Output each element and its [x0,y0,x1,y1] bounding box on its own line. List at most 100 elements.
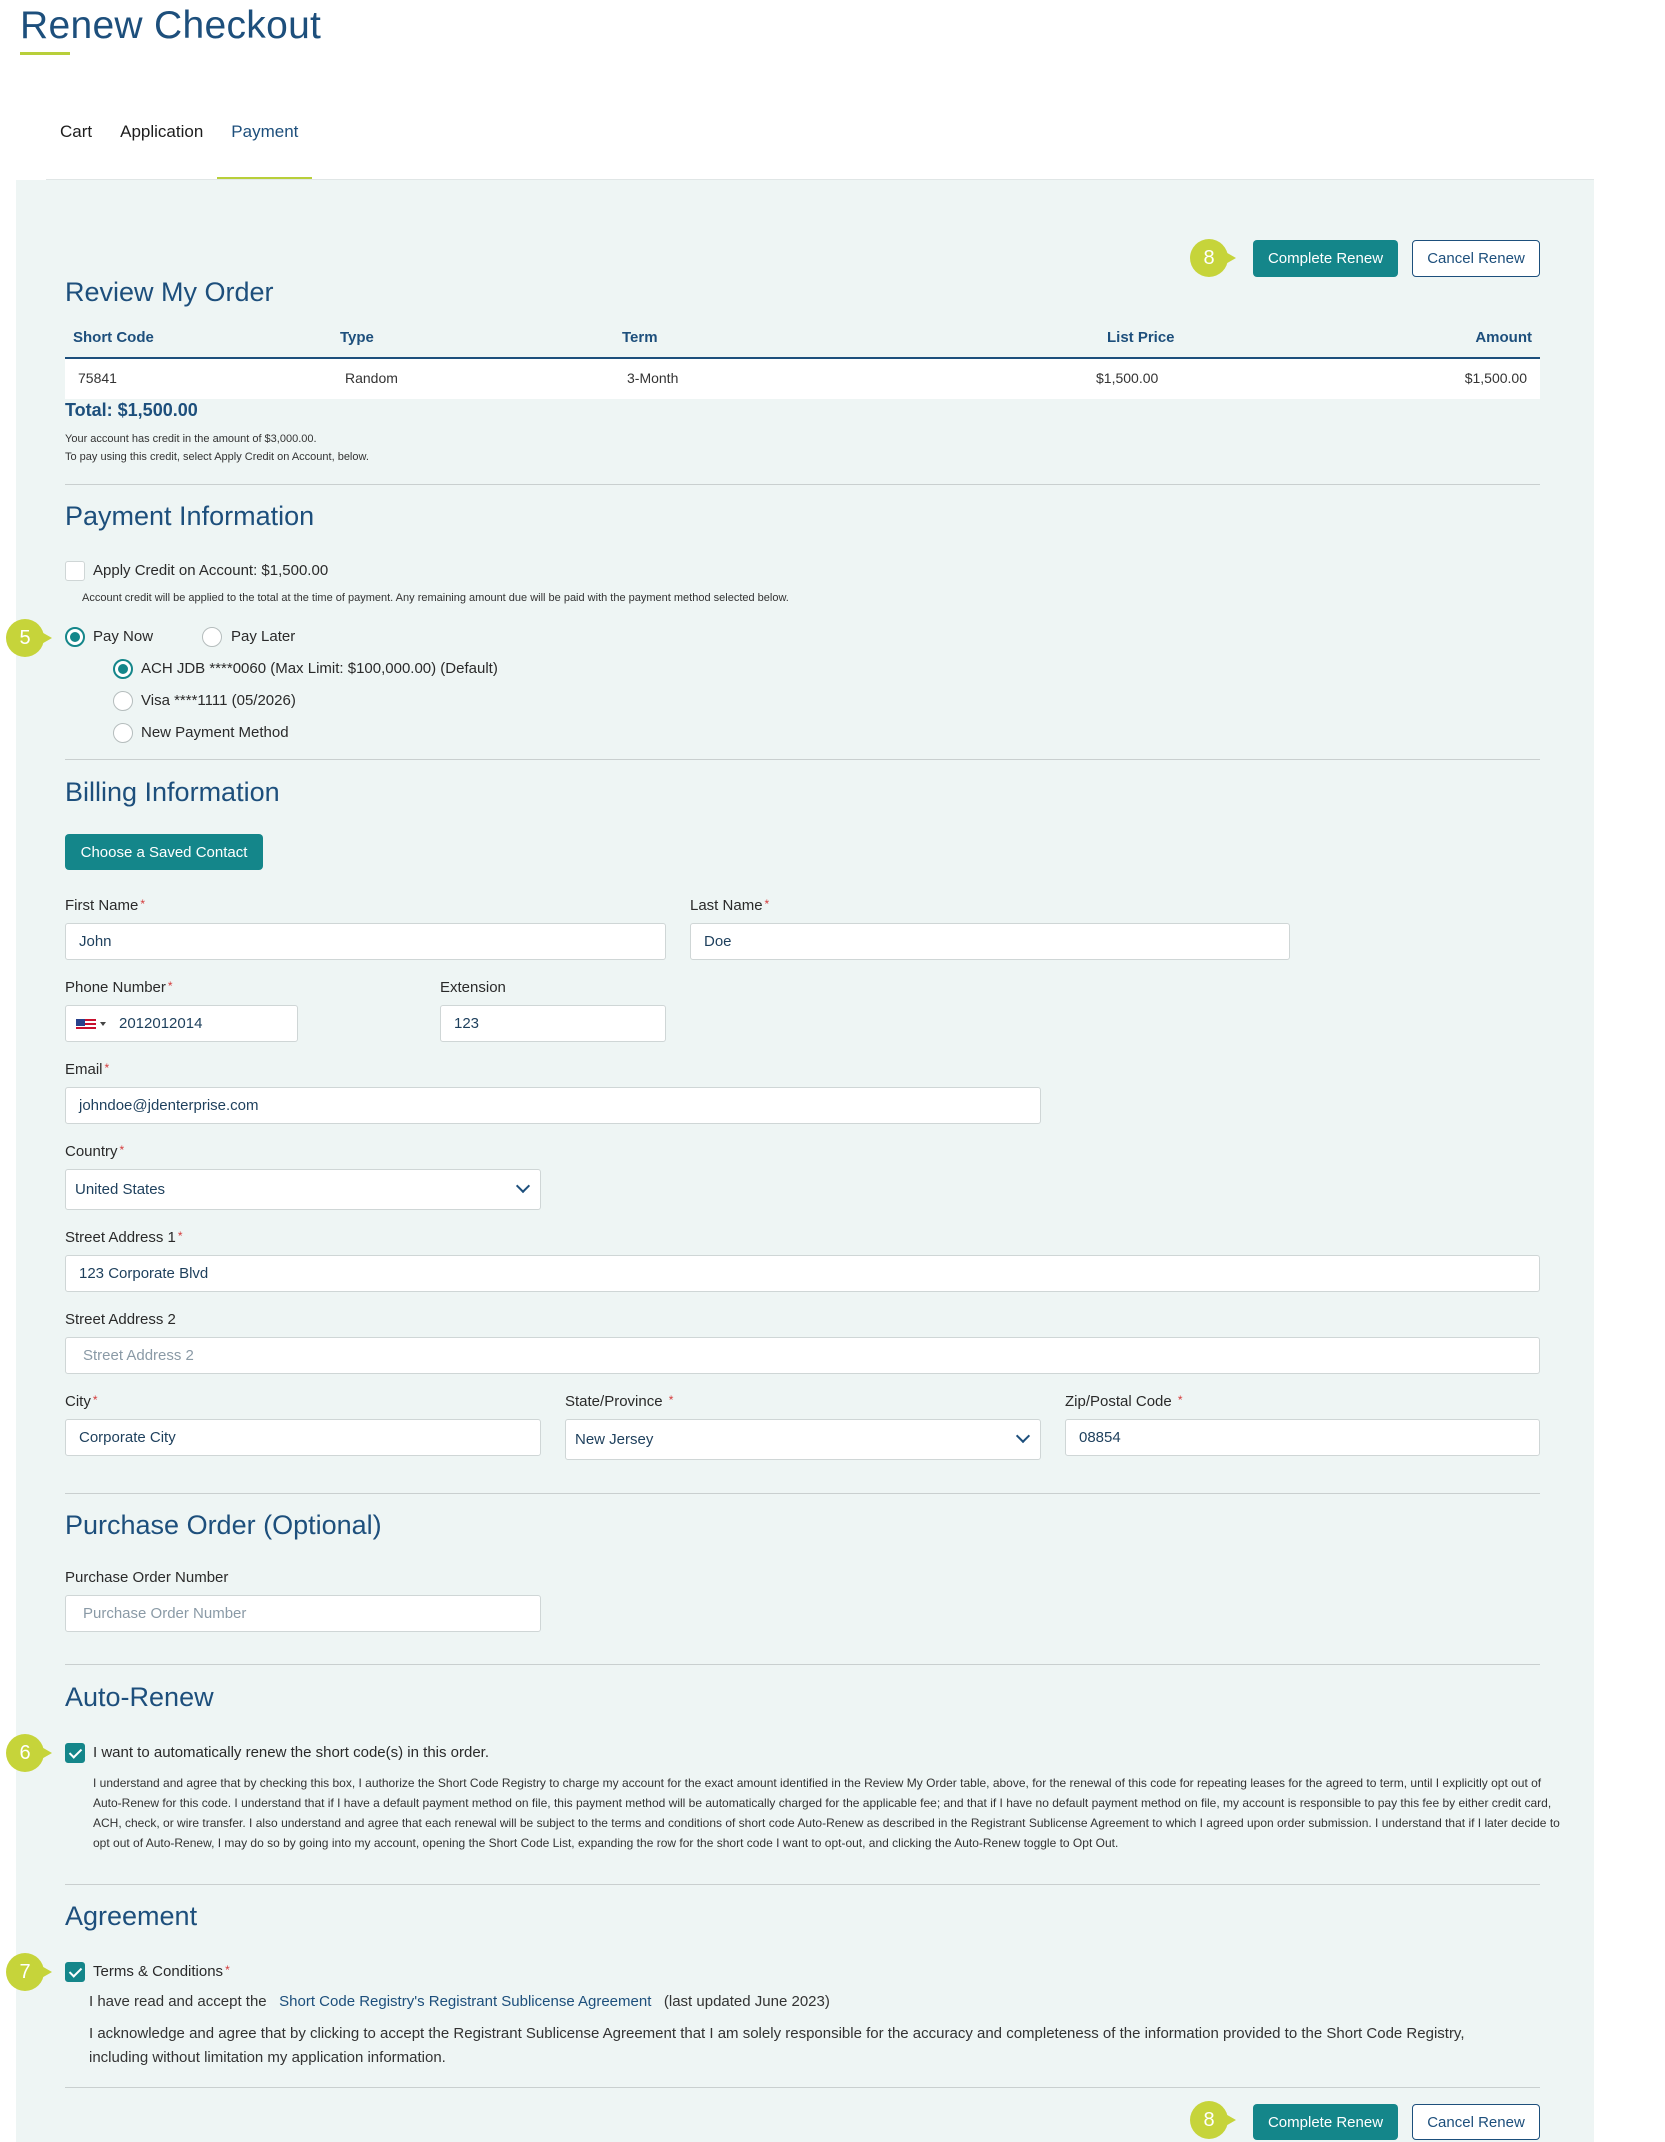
street2-label: Street Address 2 [65,1311,176,1328]
purchase-order-input[interactable]: Purchase Order Number [65,1595,541,1632]
badge-number: 5 [6,619,44,657]
pay-now-radio[interactable] [65,627,85,647]
first-name-input[interactable]: John [65,923,666,960]
payment-method-new-label: New Payment Method [141,724,289,741]
page-title: Renew Checkout [20,4,322,47]
badge-number: 8 [1190,2101,1228,2139]
payment-method-visa-label: Visa ****1111 (05/2026) [141,692,296,709]
payment-method-visa-radio[interactable] [113,691,133,711]
auto-renew-heading: Auto-Renew [65,1682,214,1712]
section-divider [65,484,1540,485]
extension-label: Extension [440,979,506,996]
terms-checkbox[interactable] [65,1962,85,1982]
phone-value: 2012012014 [119,1015,203,1032]
phone-label: Phone Number * [65,979,173,996]
tab-cart[interactable]: Cart [46,110,106,180]
complete-renew-button-top[interactable]: Complete Renew [1253,240,1398,277]
section-divider [65,2087,1540,2088]
step-badge-terms: 7 [6,1953,52,1991]
credit-note: Your account has credit in the amount of… [65,433,317,445]
apply-credit-checkbox[interactable] [65,561,85,581]
state-value: New Jersey [575,1431,654,1448]
pay-later-label: Pay Later [231,628,296,645]
state-select[interactable]: New Jersey [565,1419,1041,1460]
payment-heading: Payment Information [65,501,315,531]
review-order-heading: Review My Order [65,277,274,307]
sublicense-agreement-link[interactable]: Short Code Registry's Registrant Sublice… [279,1993,651,2010]
purchase-order-heading: Purchase Order (Optional) [65,1510,382,1540]
street2-input[interactable]: Street Address 2 [65,1337,1540,1374]
checkout-tabs: Cart Application Payment [46,110,313,180]
order-table: Short Code Type Term List Price Amount 7… [65,325,1540,399]
pay-later-radio[interactable] [202,627,222,647]
caret-down-icon [100,1022,106,1026]
purchase-order-label: Purchase Order Number [65,1569,229,1586]
country-select[interactable]: United States [65,1169,541,1210]
payment-method-new-radio[interactable] [113,723,133,743]
step-badge-pay-now: 5 [6,619,52,657]
tab-payment[interactable]: Payment [217,110,313,180]
badge-number: 6 [6,1734,44,1772]
choose-saved-contact-button[interactable]: Choose a Saved Contact [65,834,263,870]
country-label: Country * [65,1143,125,1160]
acknowledge-statement: I acknowledge and agree that by clicking… [89,2025,1465,2066]
state-label: State/Province * [565,1393,674,1410]
auto-renew-disclaimer: I understand and agree that by checking … [93,1776,1560,1850]
country-value: United States [75,1181,166,1198]
accept-suffix: (last updated June 2023) [663,1993,830,2010]
badge-number: 7 [6,1953,44,1991]
step-badge-auto-renew: 6 [6,1734,52,1772]
column-amount: Amount [1475,329,1532,346]
last-name-input[interactable]: Doe [690,923,1290,960]
column-term: Term [622,329,658,346]
city-input[interactable]: Corporate City [65,1419,541,1456]
us-flag-icon[interactable] [76,1019,96,1031]
credit-instruction: To pay using this credit, select Apply C… [65,451,369,463]
pay-now-label: Pay Now [93,628,154,645]
city-label: City * [65,1393,98,1410]
zip-input[interactable]: 08854 [1065,1419,1540,1456]
payment-method-ach-radio[interactable] [113,659,133,679]
column-short-code: Short Code [73,329,154,346]
section-divider [65,759,1540,760]
order-total: Total: $1,500.00 [65,400,198,420]
zip-label: Zip/Postal Code * [1065,1393,1183,1410]
apply-credit-note: Account credit will be applied to the to… [82,592,789,604]
street1-label: Street Address 1 * [65,1229,183,1246]
section-divider [65,1664,1540,1665]
cancel-renew-button-bottom[interactable]: Cancel Renew [1412,2104,1540,2140]
auto-renew-label: I want to automatically renew the short … [93,1744,490,1761]
cancel-renew-button-top[interactable]: Cancel Renew [1412,240,1540,277]
cell-type: Random [345,370,398,386]
cell-term: 3-Month [627,370,679,386]
chevron-down-icon [515,1178,531,1194]
tab-application[interactable]: Application [106,110,217,180]
extension-input[interactable]: 123 [440,1005,666,1042]
email-input[interactable]: johndoe@jdenterprise.com [65,1087,1041,1124]
step-badge-complete-top: 8 [1190,239,1236,277]
accept-prefix: I have read and accept the [89,1993,267,2010]
billing-heading: Billing Information [65,777,280,807]
chevron-down-icon [1015,1428,1031,1444]
terms-label: Terms & Conditions * [93,1963,230,1980]
email-label: Email * [65,1061,110,1078]
last-name-label: Last Name * [690,897,770,914]
table-row: 75841 Random 3-Month $1,500.00 $1,500.00 [65,359,1540,399]
complete-renew-button-bottom[interactable]: Complete Renew [1253,2104,1398,2140]
first-name-label: First Name * [65,897,146,914]
order-table-header: Short Code Type Term List Price Amount [65,325,1540,359]
payment-method-ach-label: ACH JDB ****0060 (Max Limit: $100,000.00… [141,660,498,677]
cell-short-code: 75841 [78,370,117,386]
accept-statement: I have read and accept the Short Code Re… [89,1990,830,2014]
section-divider [65,1884,1540,1885]
column-type: Type [340,329,374,346]
auto-renew-checkbox[interactable] [65,1743,85,1763]
column-list-price: List Price [1107,329,1175,346]
cell-amount: $1,500.00 [1464,370,1527,386]
street1-input[interactable]: 123 Corporate Blvd [65,1255,1540,1292]
agreement-heading: Agreement [65,1901,198,1931]
section-divider [65,1493,1540,1494]
apply-credit-label: Apply Credit on Account: $1,500.00 [93,562,329,579]
badge-number: 8 [1190,239,1228,277]
phone-input[interactable]: 2012012014 [65,1005,298,1042]
